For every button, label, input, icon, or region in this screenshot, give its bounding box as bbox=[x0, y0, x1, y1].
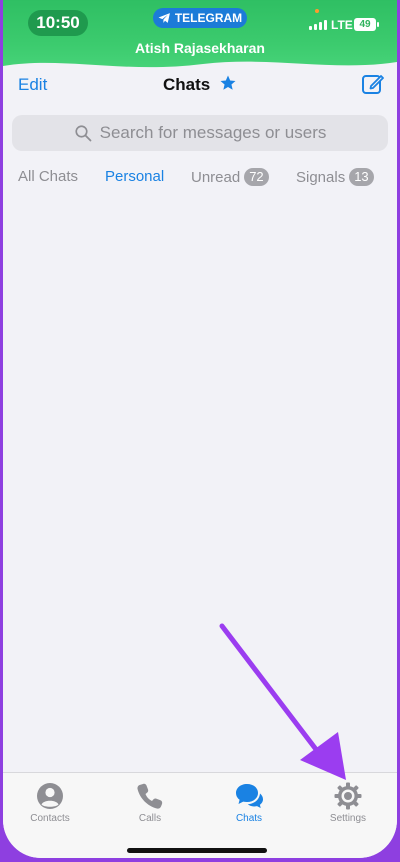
filter-label: Personal bbox=[105, 168, 165, 185]
search-placeholder: Search for messages or users bbox=[99, 123, 327, 142]
battery-icon: 49 bbox=[354, 18, 376, 31]
tab-label: Settings bbox=[329, 813, 367, 824]
tab-calls[interactable]: Calls bbox=[110, 781, 190, 824]
filter-tab-all-chats[interactable]: All Chats bbox=[18, 168, 78, 185]
home-indicator bbox=[127, 848, 267, 853]
telegram-plane-icon bbox=[158, 13, 170, 23]
active-user-name: Atish Rajasekharan bbox=[135, 40, 265, 56]
tab-settings[interactable]: Settings bbox=[308, 781, 388, 824]
person-icon bbox=[37, 783, 63, 809]
tab-bar: Contacts Calls Chats Settings bbox=[3, 772, 397, 858]
time-display: 10:50 bbox=[28, 10, 88, 36]
tab-chats[interactable]: Chats bbox=[209, 781, 289, 824]
unread-count-badge: 72 bbox=[244, 168, 269, 186]
network-label: LTE bbox=[331, 18, 353, 32]
tab-contacts[interactable]: Contacts bbox=[10, 781, 90, 824]
telegram-pill[interactable]: TELEGRAM bbox=[153, 8, 247, 28]
star-icon bbox=[220, 75, 236, 90]
filter-label: All Chats bbox=[18, 168, 79, 185]
gear-icon bbox=[334, 782, 362, 810]
signals-count-badge: 13 bbox=[349, 168, 374, 186]
filter-label: Unread bbox=[191, 168, 241, 186]
page-title-text: Chats bbox=[163, 75, 211, 94]
chat-bubbles-icon bbox=[236, 784, 263, 808]
tab-label: Calls bbox=[138, 813, 162, 824]
navigation-bar: Edit Chats bbox=[3, 66, 397, 106]
filter-tab-unread[interactable]: Unread 72 bbox=[191, 168, 269, 186]
filter-tab-personal[interactable]: Personal bbox=[105, 168, 164, 185]
telegram-pill-label: TELEGRAM bbox=[174, 11, 243, 25]
tab-label: Chats bbox=[235, 813, 263, 824]
signal-icon bbox=[309, 20, 327, 30]
chat-filter-tabs: All Chats Personal Unread 72 Signals 13 bbox=[3, 165, 397, 189]
status-bar: 10:50 TELEGRAM Atish Rajasekharan LTE 49 bbox=[3, 0, 397, 78]
filter-tab-signals[interactable]: Signals 13 bbox=[296, 168, 374, 186]
tab-label: Contacts bbox=[30, 813, 70, 824]
filter-label: Signals bbox=[296, 168, 346, 186]
phone-screen: 10:50 TELEGRAM Atish Rajasekharan LTE 49… bbox=[3, 0, 397, 858]
phone-icon bbox=[137, 783, 163, 809]
compose-icon[interactable] bbox=[361, 72, 385, 96]
search-icon bbox=[75, 125, 92, 142]
battery-tip bbox=[377, 22, 379, 27]
search-input[interactable]: Search for messages or users bbox=[12, 115, 388, 151]
page-title[interactable]: Chats bbox=[3, 74, 397, 95]
privacy-indicator-dot bbox=[315, 9, 319, 13]
